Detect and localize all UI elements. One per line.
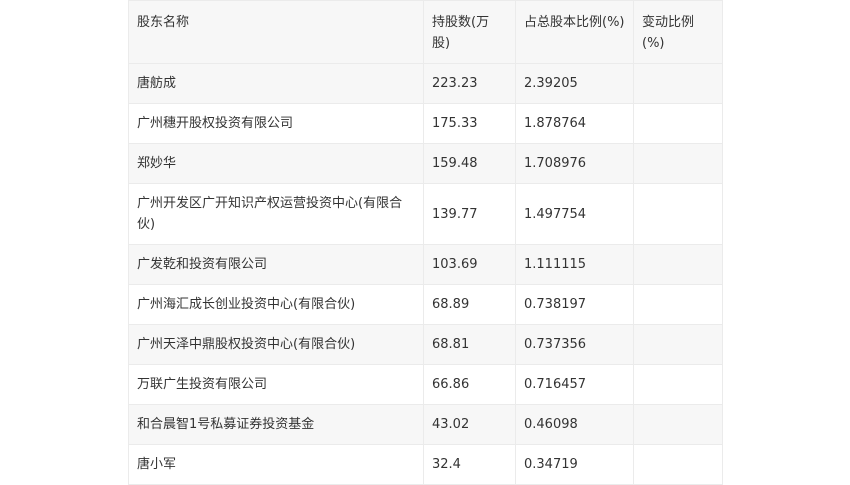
cell-share-ratio: 0.738197: [515, 284, 634, 325]
cell-shareholder-name: 广州开发区广开知识产权运营投资中心(有限合伙): [128, 183, 424, 245]
header-shareholder-name: 股东名称: [128, 0, 424, 64]
header-share-ratio: 占总股本比例(%): [515, 0, 634, 64]
table-row: 郑妙华 159.48 1.708976: [128, 143, 723, 184]
cell-shareholder-name: 和合晨智1号私募证券投资基金: [128, 404, 424, 445]
cell-shareholder-name: 广发乾和投资有限公司: [128, 244, 424, 285]
cell-change-ratio: [633, 444, 723, 485]
table-row: 广州天泽中鼎股权投资中心(有限合伙) 68.81 0.737356: [128, 324, 723, 365]
cell-shares-held: 103.69: [423, 244, 516, 285]
header-change-ratio: 变动比例(%): [633, 0, 723, 64]
cell-change-ratio: [633, 103, 723, 144]
cell-change-ratio: [633, 364, 723, 405]
table-row: 广州穗开股权投资有限公司 175.33 1.878764: [128, 103, 723, 144]
cell-change-ratio: [633, 324, 723, 365]
cell-change-ratio: [633, 284, 723, 325]
cell-shares-held: 66.86: [423, 364, 516, 405]
cell-change-ratio: [633, 63, 723, 104]
cell-share-ratio: 2.39205: [515, 63, 634, 104]
cell-shares-held: 68.89: [423, 284, 516, 325]
cell-shareholder-name: 唐小军: [128, 444, 424, 485]
cell-shares-held: 68.81: [423, 324, 516, 365]
table-row: 和合晨智1号私募证券投资基金 43.02 0.46098: [128, 404, 723, 445]
cell-shareholder-name: 郑妙华: [128, 143, 424, 184]
cell-shares-held: 139.77: [423, 183, 516, 245]
cell-shareholder-name: 万联广生投资有限公司: [128, 364, 424, 405]
cell-share-ratio: 1.878764: [515, 103, 634, 144]
cell-shares-held: 223.23: [423, 63, 516, 104]
cell-share-ratio: 1.708976: [515, 143, 634, 184]
cell-shares-held: 32.4: [423, 444, 516, 485]
cell-shares-held: 175.33: [423, 103, 516, 144]
cell-share-ratio: 1.111115: [515, 244, 634, 285]
header-shares-held: 持股数(万股): [423, 0, 516, 64]
cell-change-ratio: [633, 183, 723, 245]
table-row: 唐舫成 223.23 2.39205: [128, 63, 723, 104]
cell-change-ratio: [633, 143, 723, 184]
cell-shareholder-name: 广州海汇成长创业投资中心(有限合伙): [128, 284, 424, 325]
table-row: 广州开发区广开知识产权运营投资中心(有限合伙) 139.77 1.497754: [128, 183, 723, 245]
shareholder-table: 股东名称 持股数(万股) 占总股本比例(%) 变动比例(%) 唐舫成 223.2…: [128, 0, 723, 485]
table-header-row: 股东名称 持股数(万股) 占总股本比例(%) 变动比例(%): [128, 0, 723, 64]
table-row: 广州海汇成长创业投资中心(有限合伙) 68.89 0.738197: [128, 284, 723, 325]
cell-shareholder-name: 广州穗开股权投资有限公司: [128, 103, 424, 144]
cell-shareholder-name: 广州天泽中鼎股权投资中心(有限合伙): [128, 324, 424, 365]
cell-shares-held: 159.48: [423, 143, 516, 184]
cell-share-ratio: 0.34719: [515, 444, 634, 485]
cell-shareholder-name: 唐舫成: [128, 63, 424, 104]
table-row: 广发乾和投资有限公司 103.69 1.111115: [128, 244, 723, 285]
cell-shares-held: 43.02: [423, 404, 516, 445]
shareholder-table-container: 股东名称 持股数(万股) 占总股本比例(%) 变动比例(%) 唐舫成 223.2…: [128, 0, 723, 485]
cell-share-ratio: 0.46098: [515, 404, 634, 445]
table-row: 万联广生投资有限公司 66.86 0.716457: [128, 364, 723, 405]
cell-change-ratio: [633, 404, 723, 445]
cell-share-ratio: 1.497754: [515, 183, 634, 245]
table-row: 唐小军 32.4 0.34719: [128, 444, 723, 485]
cell-share-ratio: 0.716457: [515, 364, 634, 405]
cell-change-ratio: [633, 244, 723, 285]
cell-share-ratio: 0.737356: [515, 324, 634, 365]
